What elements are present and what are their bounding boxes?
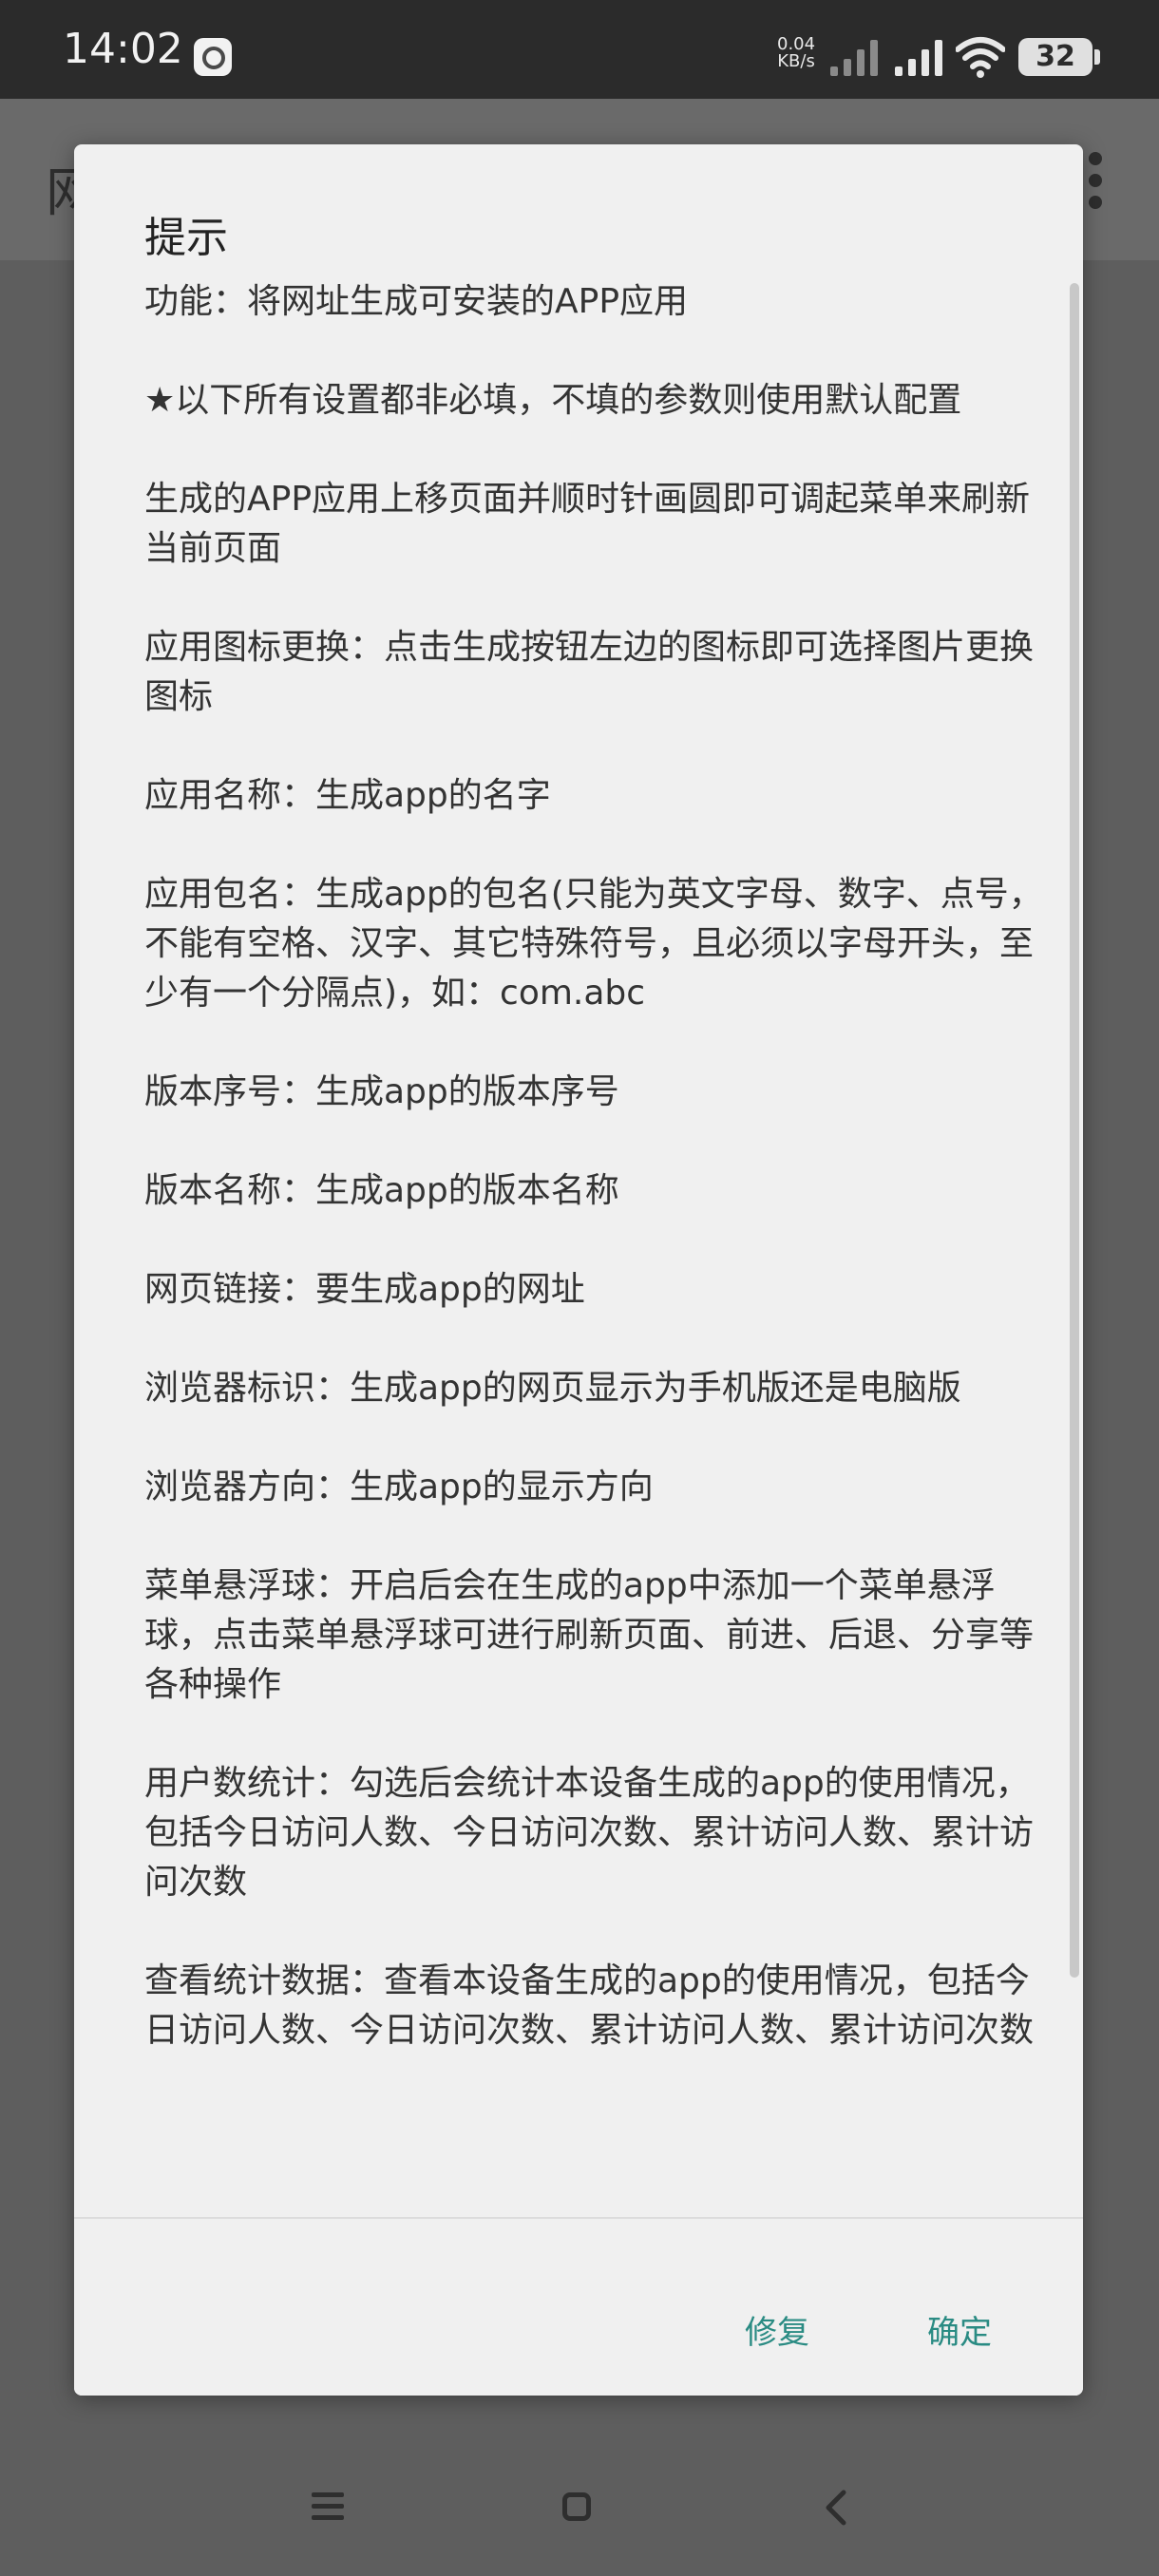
dialog-divider: [74, 2217, 1083, 2219]
dialog-paragraph: 应用图标更换：点击生成按钮左边的图标即可选择图片更换图标: [144, 628, 1035, 716]
recents-menu-icon[interactable]: [312, 2492, 344, 2521]
status-bar: 14:02 0.04 KB/s 32: [0, 0, 1159, 99]
signal-sim1-icon: [895, 40, 946, 76]
dialog-paragraph: ★以下所有设置都非必填，不填的参数则使用默认配置: [144, 381, 962, 420]
dialog-title: 提示: [144, 214, 228, 262]
battery-tip: [1094, 49, 1100, 65]
dialog-paragraph: 功能：将网址生成可安装的APP应用: [144, 282, 689, 321]
dialog-paragraph: 菜单悬浮球：开启后会在生成的app中添加一个菜单悬浮球，点击菜单悬浮球可进行刷新…: [144, 1566, 1035, 1704]
network-speed: 0.04 KB/s: [777, 36, 815, 70]
repair-button[interactable]: 修复: [745, 2306, 809, 2353]
network-speed-unit: KB/s: [777, 51, 815, 71]
dialog-paragraph: 用户数统计：勾选后会统计本设备生成的app的使用情况，包括今日访问人数、今日访问…: [144, 1764, 1035, 1902]
signal-sim2-icon: [830, 40, 882, 76]
dialog-paragraph: 生成的APP应用上移页面并顺时针画圆即可调起菜单来刷新当前页面: [144, 480, 1031, 568]
notification-app-icon: [194, 38, 232, 76]
back-icon[interactable]: [819, 2489, 853, 2527]
dialog-paragraph: 应用名称：生成app的名字: [144, 776, 551, 815]
dialog-scrollbar[interactable]: [1070, 283, 1079, 1978]
dialog-paragraph: 浏览器方向：生成app的显示方向: [144, 1468, 654, 1506]
dialog-paragraph: 查看统计数据：查看本设备生成的app的使用情况，包括今日访问人数、今日访问次数、…: [144, 1961, 1035, 2050]
dialog-paragraph: 版本序号：生成app的版本序号: [144, 1072, 619, 1111]
dialog-paragraph: 网页链接：要生成app的网址: [144, 1270, 585, 1309]
dialog-paragraph: 浏览器标识：生成app的网页显示为手机版还是电脑版: [144, 1369, 961, 1408]
tips-dialog: 提示 功能：将网址生成可安装的APP应用 ★以下所有设置都非必填，不填的参数则使…: [74, 144, 1083, 2396]
battery-icon: 32: [1018, 38, 1092, 76]
status-time: 14:02: [63, 25, 183, 73]
dialog-paragraph: 版本名称：生成app的版本名称: [144, 1171, 619, 1210]
home-icon[interactable]: [562, 2492, 591, 2521]
more-options-icon: [1089, 152, 1102, 218]
dialog-paragraph: 应用包名：生成app的包名(只能为英文字母、数字、点号，不能有空格、汉字、其它特…: [144, 875, 1043, 1013]
ok-button[interactable]: 确定: [927, 2306, 992, 2353]
dialog-content[interactable]: 功能：将网址生成可安装的APP应用 ★以下所有设置都非必填，不填的参数则使用默认…: [144, 277, 1075, 2358]
wifi-icon: [955, 36, 1006, 78]
